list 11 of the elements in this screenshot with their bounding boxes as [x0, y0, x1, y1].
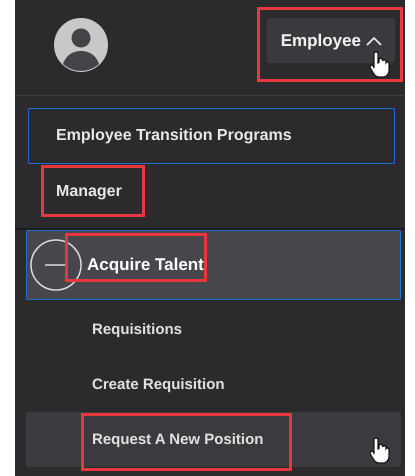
- submenu-item[interactable]: Create Requisition: [26, 357, 401, 412]
- role-dropdown-button[interactable]: Employee: [266, 18, 395, 63]
- hand-cursor-icon: [369, 436, 391, 464]
- menu-item[interactable]: Employee Transition Programs: [28, 108, 395, 164]
- submenu-item[interactable]: Requisitions: [26, 302, 401, 357]
- collapse-icon[interactable]: [29, 238, 83, 292]
- menu-item[interactable]: Manager: [28, 164, 395, 220]
- chevron-up-icon: [365, 34, 383, 46]
- menu-group-header[interactable]: Acquire Talent: [26, 230, 401, 300]
- hand-cursor-icon: [368, 50, 391, 78]
- avatar-icon[interactable]: [54, 18, 108, 72]
